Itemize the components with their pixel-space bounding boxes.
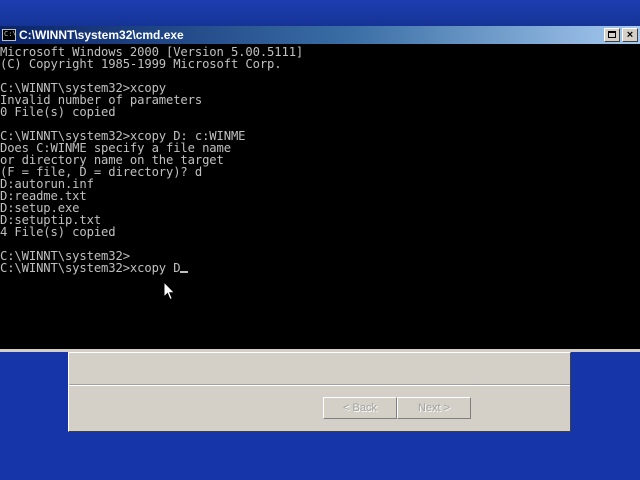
console-line: 0 File(s) copied <box>0 105 116 119</box>
maximize-button[interactable] <box>604 28 620 42</box>
current-command: C:\WINNT\system32>xcopy D <box>0 261 181 275</box>
mouse-pointer-icon <box>163 281 176 301</box>
wizard-divider <box>69 384 570 386</box>
close-icon: × <box>626 29 634 41</box>
window-controls: × <box>604 28 638 42</box>
setup-wizard-dialog: < Back Next > <box>68 352 571 432</box>
console-output[interactable]: Microsoft Windows 2000 [Version 5.00.511… <box>0 44 640 346</box>
window-title: C:\WINNT\system32\cmd.exe <box>19 28 184 42</box>
console-line: 4 File(s) copied <box>0 225 116 239</box>
back-button[interactable]: < Back <box>323 397 397 419</box>
text-cursor <box>180 271 189 273</box>
next-button[interactable]: Next > <box>397 397 471 419</box>
maximize-icon <box>608 31 616 38</box>
console-line: (C) Copyright 1985-1999 Microsoft Corp. <box>0 57 282 71</box>
title-bar[interactable]: C:\ C:\WINNT\system32\cmd.exe × <box>0 26 640 44</box>
command-prompt-window[interactable]: C:\ C:\WINNT\system32\cmd.exe × Microsof… <box>0 26 640 352</box>
command-input-line[interactable]: C:\WINNT\system32>xcopy D <box>0 261 189 275</box>
console-icon[interactable]: C:\ <box>2 29 17 41</box>
desktop-background <box>0 0 640 26</box>
close-button[interactable]: × <box>622 28 638 42</box>
